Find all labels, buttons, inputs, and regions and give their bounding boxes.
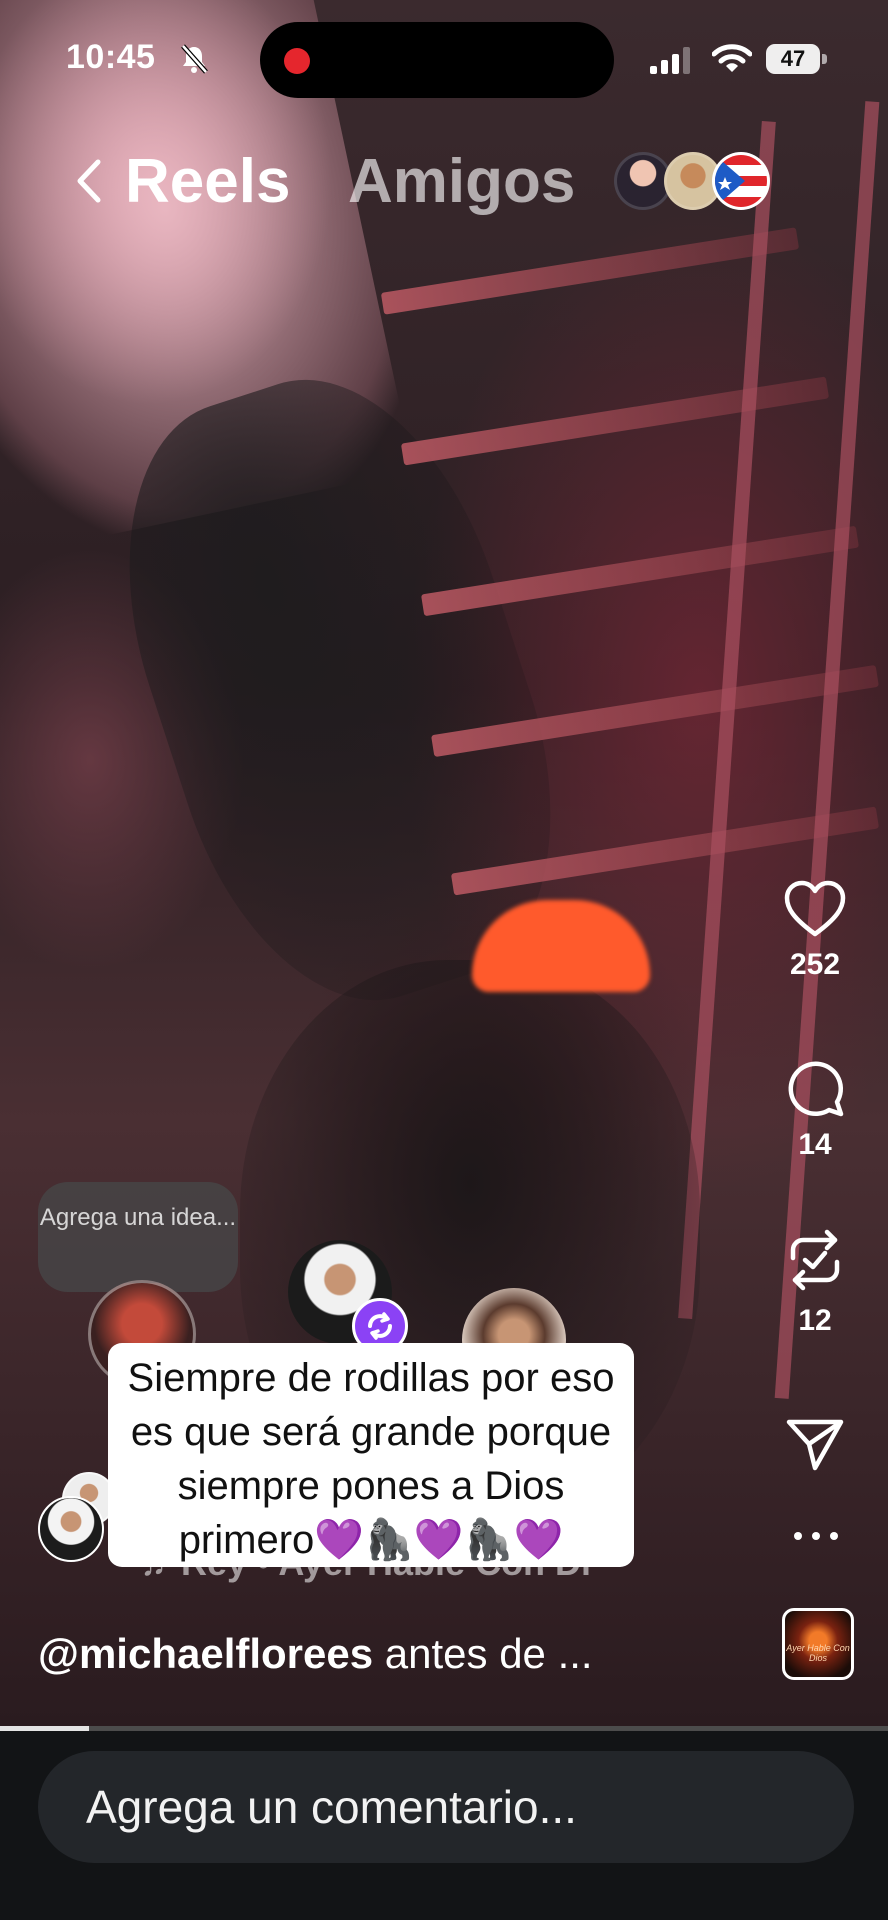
comment-action: 14	[770, 1058, 860, 1162]
caption-text: antes de ...	[373, 1630, 593, 1677]
video-rail	[678, 120, 776, 1320]
puerto-rico-flag-icon	[715, 155, 767, 207]
repost-badge-icon	[368, 1312, 392, 1340]
puerto-rico-flag-avatar[interactable]	[712, 152, 770, 210]
recording-indicator	[284, 48, 310, 74]
battery-tip	[822, 54, 827, 64]
repost-action: 12	[770, 1226, 860, 1338]
heart-icon[interactable]	[783, 880, 847, 938]
add-idea-bubble[interactable]: Agrega una idea...	[38, 1182, 238, 1292]
audio-thumbnail[interactable]: Ayer Hable Con Dios	[782, 1608, 854, 1680]
viewer-avatar[interactable]	[38, 1496, 104, 1562]
repost-icon[interactable]	[785, 1226, 845, 1294]
status-time: 10:45	[66, 38, 156, 76]
send-icon[interactable]	[785, 1416, 845, 1472]
comment-bar	[0, 1731, 888, 1920]
tab-reels[interactable]: Reels	[125, 146, 290, 217]
repost-count: 12	[798, 1304, 832, 1337]
battery-icon: 47	[766, 44, 828, 74]
video-stair	[400, 376, 830, 466]
more-icon[interactable]	[788, 1528, 844, 1544]
add-idea-text: Agrega una idea...	[39, 1204, 237, 1231]
caption-username[interactable]: @michaelflorees	[38, 1630, 373, 1677]
video-stair	[380, 227, 800, 315]
cellular-signal-icon	[650, 47, 690, 74]
like-action: 252	[770, 880, 860, 982]
audio-thumbnail-title: Ayer Hable Con Dios	[786, 1643, 850, 1663]
chevron-left-icon[interactable]	[70, 158, 110, 204]
caption[interactable]: @michaelflorees antes de ...	[38, 1630, 678, 1678]
reels-top-nav: Reels Amigos	[0, 140, 888, 220]
status-bar: 10:45 47	[0, 0, 888, 120]
send-action	[770, 1416, 860, 1472]
comment-count: 14	[798, 1128, 832, 1161]
video-rail	[774, 101, 880, 1399]
note-card-text: Siempre de rodillas por eso es que será …	[127, 1356, 615, 1562]
comment-icon[interactable]	[785, 1058, 845, 1118]
comment-input[interactable]	[38, 1751, 854, 1863]
wifi-icon	[712, 44, 752, 72]
battery-level: 47	[766, 44, 820, 74]
note-card[interactable]: Siempre de rodillas por eso es que será …	[108, 1343, 634, 1567]
bell-slash-icon	[181, 44, 208, 74]
dynamic-island[interactable]	[260, 22, 614, 98]
tab-amigos[interactable]: Amigos	[348, 146, 575, 217]
like-count: 252	[789, 948, 841, 981]
